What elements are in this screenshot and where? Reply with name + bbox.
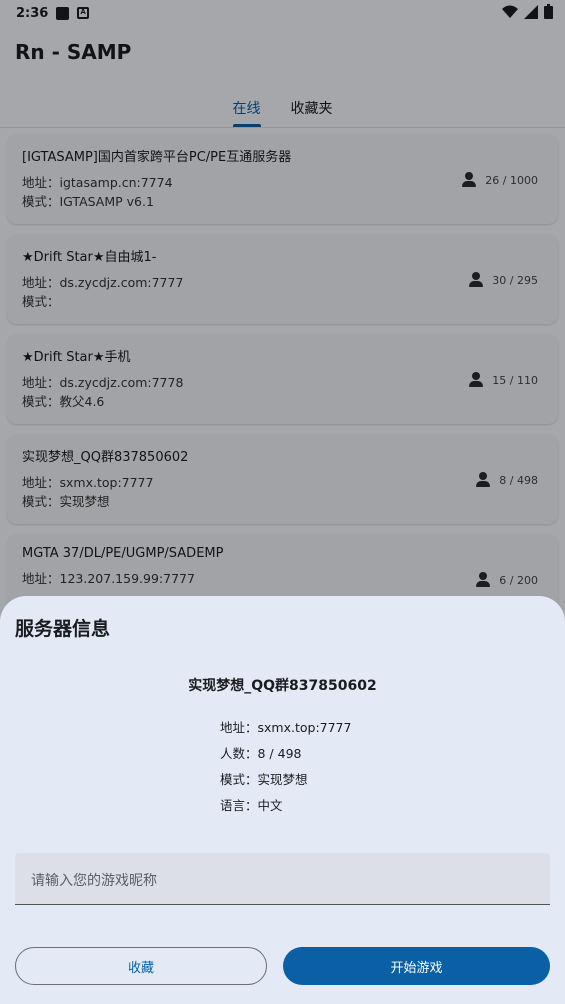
server-details: 地址：sxmx.top:7777 人数：8 / 498 模式：实现梦想 语言：中… <box>220 715 351 819</box>
favorite-button[interactable]: 收藏 <box>15 947 267 985</box>
selected-server-name: 实现梦想_QQ群837850602 <box>188 678 377 694</box>
start-game-button[interactable]: 开始游戏 <box>283 947 550 985</box>
detail-language: 语言：中文 <box>220 798 283 813</box>
detail-mode: 模式：实现梦想 <box>220 772 308 787</box>
detail-players: 人数：8 / 498 <box>220 746 302 761</box>
nickname-input[interactable]: 请输入您的游戏昵称 <box>15 853 550 905</box>
server-info-sheet: 服务器信息 实现梦想_QQ群837850602 地址：sxmx.top:7777… <box>0 596 565 1004</box>
sheet-title: 服务器信息 <box>15 618 111 640</box>
detail-address: 地址：sxmx.top:7777 <box>220 720 352 735</box>
